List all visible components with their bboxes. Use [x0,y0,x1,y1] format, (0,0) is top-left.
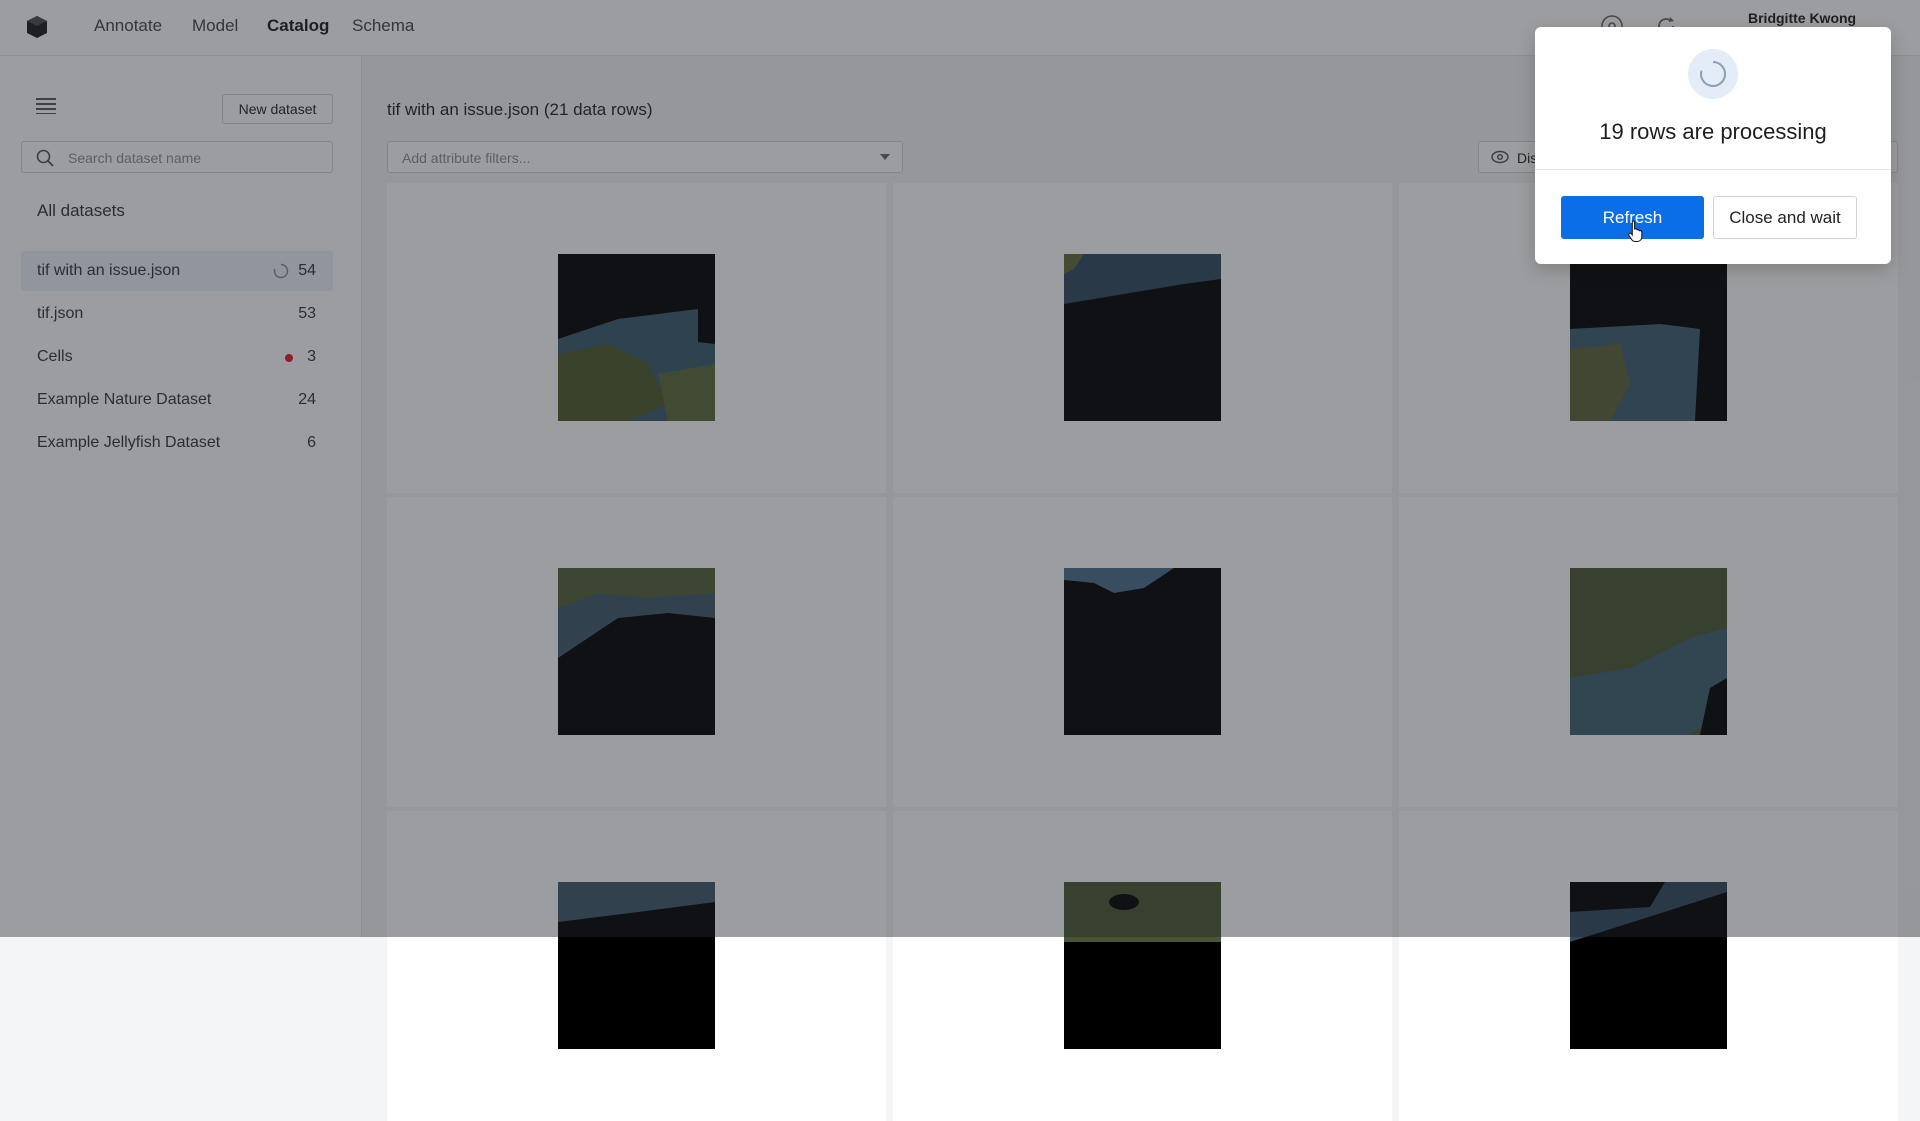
processing-modal: 19 rows are processing Refresh Close and… [1535,27,1891,264]
loading-spinner-icon [1688,49,1738,99]
modal-title: 19 rows are processing [1599,119,1827,144]
close-and-wait-button[interactable]: Close and wait [1713,196,1857,239]
divider [1535,169,1891,170]
hand-cursor-icon [1628,220,1643,242]
